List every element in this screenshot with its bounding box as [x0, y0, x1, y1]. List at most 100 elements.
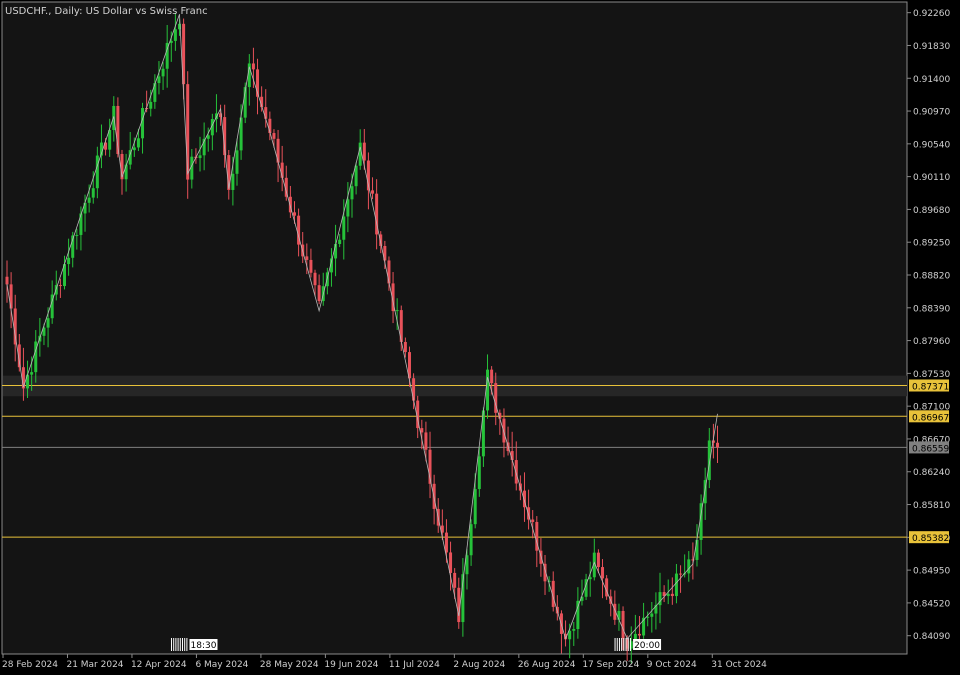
y-tick-label: 0.91830 — [913, 42, 950, 52]
candle-body — [477, 456, 481, 490]
current-price-price-tag: 0.86559 — [909, 441, 949, 454]
x-tick-label: 19 Jun 2024 — [324, 660, 378, 670]
candle-body — [313, 272, 317, 286]
price-tag-label: 0.86967 — [912, 413, 949, 423]
candle-body — [403, 341, 407, 353]
y-tick-label: 0.86240 — [913, 468, 950, 478]
candle-body — [87, 197, 91, 203]
candle-body — [153, 83, 157, 102]
x-tick-label: 12 Apr 2024 — [131, 660, 187, 670]
candle-body — [490, 369, 494, 384]
x-tick-label: 11 Jul 2024 — [389, 660, 440, 670]
y-tick-label: 0.85810 — [913, 501, 950, 511]
candle-body — [149, 101, 153, 109]
candle-body — [387, 260, 391, 284]
y-tick-label: 0.84950 — [913, 567, 950, 577]
x-tick-label: 21 Mar 2024 — [66, 660, 123, 670]
candle-body — [707, 440, 711, 481]
candle-body — [317, 285, 321, 302]
candle-body — [716, 442, 720, 448]
chart-title: USDCHF., Daily: US Dollar vs Swiss Franc — [5, 6, 208, 17]
candle-body — [666, 593, 670, 597]
candle-body — [198, 155, 202, 159]
x-tick-label: 28 May 2024 — [260, 660, 319, 670]
candle-body — [132, 147, 136, 151]
price-tag-label: 0.86559 — [912, 444, 949, 454]
session-marker: 18:30 — [170, 638, 218, 651]
candle-body — [670, 593, 674, 597]
y-tick-label: 0.91400 — [913, 75, 950, 85]
price-chart[interactable]: 0.92260 0.91830 0.91400 0.90970 0.90540 0.901… — [0, 0, 960, 675]
candle-body — [617, 610, 621, 620]
y-tick-label: 0.88390 — [913, 304, 950, 314]
x-tick-label: 17 Sep 2024 — [582, 660, 639, 670]
candle-body — [264, 107, 268, 119]
candle-body — [572, 629, 576, 631]
candle-body — [473, 489, 477, 525]
candle-body — [679, 573, 683, 575]
x-tick-label: 28 Feb 2024 — [2, 660, 58, 670]
candle-body — [95, 155, 99, 189]
candle-body — [161, 68, 165, 77]
candle-body — [486, 369, 490, 411]
y-tick-label: 0.87530 — [913, 370, 950, 380]
candle-body — [358, 142, 362, 166]
candle-body — [157, 76, 161, 84]
candle-body — [75, 234, 79, 236]
candle-body — [687, 559, 691, 574]
candle — [605, 575, 609, 600]
candle-body — [67, 257, 71, 265]
candle-body — [412, 378, 416, 401]
candle-body — [91, 188, 95, 198]
y-tick-label: 0.89680 — [913, 206, 950, 216]
candle — [243, 82, 247, 124]
y-tick-label: 0.90110 — [913, 173, 950, 183]
candle-body — [469, 524, 473, 556]
candle-body — [621, 610, 625, 639]
plot-area — [1, 1, 908, 655]
marker-label: 20:00 — [634, 641, 660, 651]
resistance-upper-price-tag: 0.87371 — [909, 379, 949, 392]
candle-body — [5, 276, 9, 285]
candle-body — [292, 212, 296, 216]
candle-body — [514, 460, 518, 484]
y-tick-label: 0.90540 — [913, 140, 950, 150]
candle-body — [395, 310, 399, 312]
candle-body — [637, 633, 641, 636]
candle-body — [83, 202, 87, 214]
candle-body — [46, 318, 50, 328]
candle-body — [362, 142, 366, 161]
price-tag-label: 0.87371 — [912, 382, 949, 392]
y-tick-label: 0.84520 — [913, 599, 950, 609]
candle-body — [371, 190, 375, 194]
candle-body — [596, 552, 600, 568]
candle-body — [309, 259, 313, 273]
y-tick-label: 0.89250 — [913, 239, 950, 249]
y-tick-label: 0.92260 — [913, 9, 950, 19]
candle-body — [420, 428, 424, 433]
x-tick-label: 31 Oct 2024 — [711, 660, 767, 670]
x-tick-label: 26 Aug 2024 — [518, 660, 576, 670]
candle-body — [338, 239, 342, 245]
session-marker: 20:00 — [614, 638, 662, 651]
y-tick-label: 0.87960 — [913, 337, 950, 347]
candle-body — [346, 199, 350, 217]
candle-body — [601, 567, 605, 579]
candle-body — [13, 308, 17, 345]
candle-body — [650, 613, 654, 617]
x-tick-label: 6 May 2024 — [195, 660, 248, 670]
candle-body — [186, 84, 190, 180]
y-tick-label: 0.90970 — [913, 108, 950, 118]
candle-body — [342, 216, 346, 240]
candle-body — [305, 256, 309, 260]
candle-body — [79, 213, 83, 235]
candle-body — [674, 573, 678, 597]
candle-body — [695, 539, 699, 560]
candle-body — [231, 173, 235, 190]
candle-body — [453, 572, 457, 588]
y-tick-label: 0.84090 — [913, 632, 950, 642]
candle-body — [502, 418, 506, 443]
candle-body — [531, 519, 535, 522]
marker-label: 18:30 — [191, 641, 217, 651]
candle-body — [58, 285, 62, 287]
